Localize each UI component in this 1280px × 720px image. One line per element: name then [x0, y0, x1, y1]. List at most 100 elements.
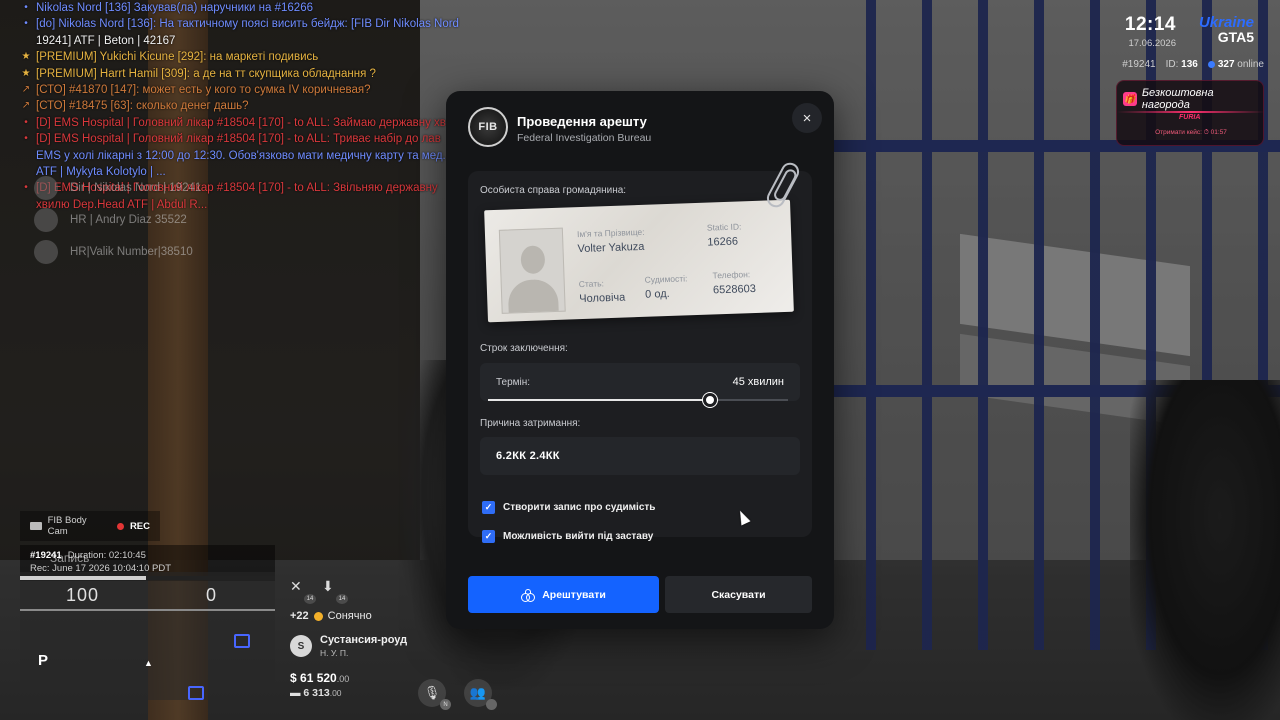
reason-field[interactable]: 6.2КК 2.4КК — [480, 437, 800, 475]
microphone-icon: 🎙 — [423, 685, 441, 700]
citizen-photo — [498, 227, 566, 314]
clock-time: 12:14 — [1124, 14, 1176, 35]
street-name: Сустансия-роуд — [320, 634, 408, 646]
chat-text: EMS у холі лікарні з 12:00 до 12:30. Обо… — [36, 149, 460, 162]
online-count: 327 online — [1207, 59, 1264, 70]
free-reward-banner[interactable]: 🎁 Безкоштовна нагорода FURIA Отримати кей… — [1116, 80, 1264, 146]
chat-text: [D] EMS Hospital | Головний лікар #18504… — [36, 116, 460, 129]
location: S Сустансия-роуд Н. У. П. — [290, 634, 470, 658]
chat-line: ★ [PREMIUM] Harrt Hamil [309]: а де на тт… — [20, 66, 460, 82]
chat-line: EMS у холі лікарні з 12:00 до 12:30. Обо… — [20, 148, 460, 164]
temperature: +22 — [290, 610, 309, 622]
radio-member: Dir | Nikolas Nord | 19241 — [34, 172, 201, 204]
chat-marker-icon: ↗ — [21, 100, 31, 112]
radio-member-list: Dir | Nikolas Nord | 19241 HR | Andry Di… — [34, 172, 201, 268]
weather: +22 Сонячно — [290, 610, 470, 622]
case-label: Особиста справа громадянина: — [480, 185, 627, 196]
chat-text: [СТО] #41870 [147]: может есть у кого то… — [36, 84, 371, 97]
chat-line: • [D] EMS Hospital | Головний лікар #1850… — [20, 131, 460, 147]
player-id: ID: 136 — [1165, 59, 1198, 70]
microphone-button[interactable]: 🎙 N — [418, 679, 451, 710]
dialog-title: Проведення арешту — [517, 114, 647, 129]
term-label: Термін: — [496, 377, 531, 388]
area-name: Н. У. П. — [320, 648, 349, 658]
dialog-subtitle: Federal Investigation Bureau — [517, 132, 652, 144]
online-dot-icon — [1207, 60, 1215, 68]
group-button[interactable]: 👥 — [464, 679, 497, 710]
chat-text: [do] Nikolas Nord [136]: На тактичному п… — [36, 18, 459, 31]
term-value: 45 хвилин — [732, 376, 784, 388]
radio-member: HR|Valik Number|38510 — [34, 236, 201, 268]
chat-marker-icon: • — [24, 182, 28, 194]
static-id-label: Static ID: — [706, 221, 742, 233]
arrest-button-label: Арештувати — [542, 588, 606, 601]
sex-label: Стать: — [578, 278, 605, 290]
name-value: Volter Yakuza — [577, 240, 645, 256]
person-silhouette-icon — [520, 245, 546, 275]
handcuffs-icon — [521, 588, 536, 602]
chat-marker-icon: ★ — [21, 67, 31, 79]
map-blip-icon — [188, 686, 204, 700]
reward-timer: Отримати кейс: ⏱ 01:57 — [1155, 129, 1227, 136]
static-id-value: 16266 — [707, 235, 739, 249]
street-badge-icon: S — [290, 635, 312, 657]
criminal-record-label: Створити запис про судимість — [503, 502, 656, 513]
phone-value: 6528603 — [712, 282, 757, 297]
body-cam-panel: FIB Body Cam REC Запись #19241 Duration: … — [20, 511, 275, 581]
bail-checkbox[interactable]: ✓ Можливість вийти під заставу — [482, 530, 653, 543]
armor-value: 0 — [206, 585, 217, 605]
chat-line: • [D] EMS Hospital | Головний лікар #1850… — [20, 115, 460, 131]
chat-marker-icon: ★ — [21, 51, 31, 63]
gift-icon: 🎁 — [1123, 92, 1137, 106]
chat-marker-icon: • — [24, 18, 28, 30]
chat-line: 19241] ATF | Beton | 42167 — [20, 33, 460, 49]
reward-brand: FURIA — [1179, 114, 1201, 121]
rec-dot-icon — [117, 522, 124, 530]
fib-badge-icon: FIB — [468, 107, 508, 147]
weather-label: Сонячно — [327, 610, 372, 622]
arrest-button[interactable]: Арештувати — [468, 576, 659, 613]
chat-marker-icon: • — [24, 116, 28, 128]
hunger-icon: ✕ 14 — [290, 578, 316, 604]
paperclip-icon — [763, 159, 803, 211]
term-slider-fill — [488, 399, 710, 401]
term-slider[interactable] — [488, 393, 788, 407]
chat-marker-icon: ↗ — [21, 84, 31, 96]
close-button[interactable]: × — [792, 103, 822, 133]
player-arrow-icon: ▲ — [144, 658, 153, 668]
online-counter: #19241 ID: 136 327 online — [1122, 59, 1264, 70]
chat-line: ↗ [СТО] #41870 [147]: может есть у кого т… — [20, 82, 460, 98]
chat-marker-icon: • — [24, 133, 28, 145]
checkmark-icon: ✓ — [482, 501, 495, 514]
status-hud: ✕ 14 ⬇ 14 +22 Сонячно S Сустансия-роуд Н. … — [290, 578, 470, 700]
bail-label: Можливість вийти під заставу — [503, 531, 654, 542]
criminal-record-checkbox[interactable]: ✓ Створити запис про судимість — [482, 501, 655, 514]
parking-marker-icon: P — [38, 652, 49, 669]
chat-text: [D] EMS Hospital | Головний лікар #18504… — [36, 133, 441, 146]
arrest-dialog: FIB Проведення арешту Federal Investigat… — [446, 91, 834, 629]
convictions-value: 0 од. — [644, 287, 670, 301]
minimap: 100 0 P ▲ — [20, 572, 275, 700]
term-field: Термін: 45 хвилин — [480, 363, 800, 401]
chat-text: [СТО] #18475 [63]: сколько денег дашь? — [36, 100, 249, 113]
dialog-body: Особиста справа громадянина: Ім'я та Прі… — [468, 159, 812, 543]
dialog-header: FIB Проведення арешту Federal Investigat… — [446, 91, 834, 163]
term-slider-handle[interactable] — [703, 393, 717, 407]
citizen-card: Ім'я та Прізвище: Volter Yakuza Static I… — [484, 199, 794, 323]
name-label: Ім'я та Прізвище: — [576, 226, 645, 240]
chat-text: Nikolas Nord [136] Закував(ла) наручники… — [36, 2, 313, 14]
checkmark-icon: ✓ — [482, 530, 495, 543]
record-watermark: Запись — [50, 551, 90, 565]
term-section-label: Строк заключення: — [480, 343, 568, 354]
health-bar — [20, 576, 275, 580]
camera-icon — [30, 522, 42, 530]
chat-line: • Nikolas Nord [136] Закував(ла) наручник… — [20, 0, 460, 16]
cancel-button[interactable]: Скасувати — [665, 576, 812, 613]
clock: 12:14 17.06.2026 — [1125, 14, 1176, 49]
map-blip-icon — [234, 634, 250, 648]
rec-label: REC — [129, 520, 150, 532]
phone-label: Телефон: — [712, 269, 751, 281]
chat-text: [PREMIUM] Harrt Hamil [309]: а де на тт … — [36, 67, 376, 80]
thirst-icon: ⬇ 14 — [322, 578, 348, 604]
player-tag: #19241 — [1122, 59, 1156, 70]
